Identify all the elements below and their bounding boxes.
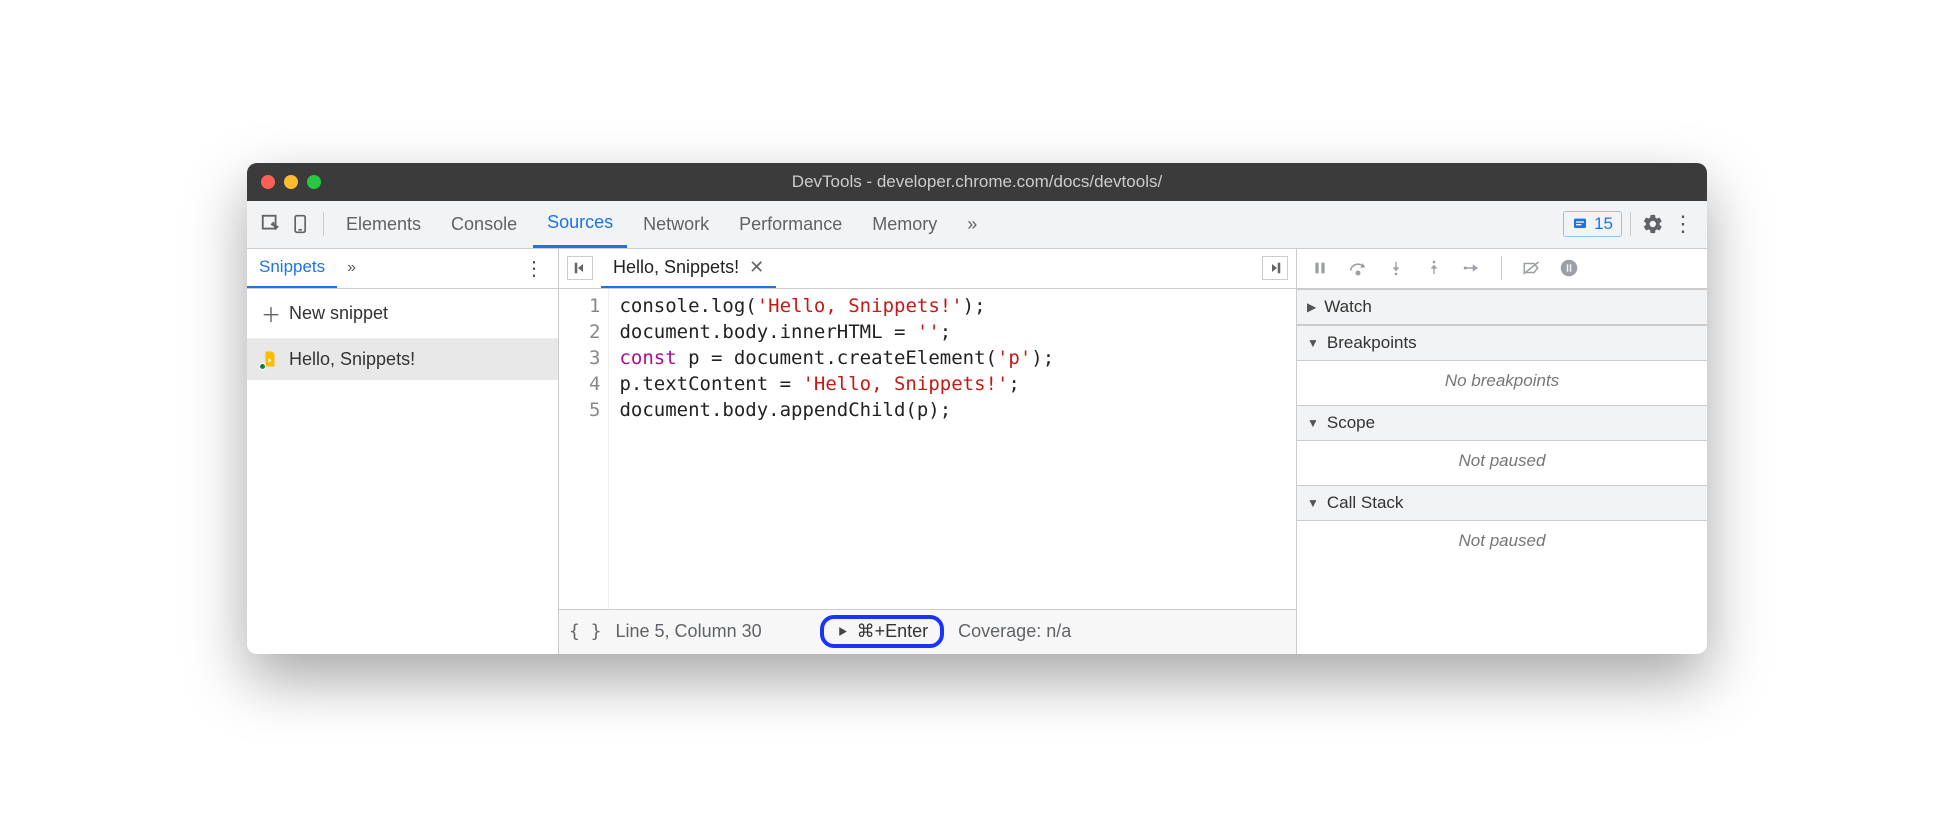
main-tabbar: Elements Console Sources Network Perform… xyxy=(247,201,1707,249)
editor-header: Hello, Snippets! ✕ xyxy=(559,249,1296,289)
kebab-menu-icon[interactable]: ⋮ xyxy=(1669,210,1697,238)
scope-section-header[interactable]: ▼ Scope xyxy=(1297,405,1707,441)
divider xyxy=(1630,212,1631,236)
snippet-item[interactable]: Hello, Snippets! xyxy=(247,339,558,380)
scope-empty: Not paused xyxy=(1297,441,1707,485)
callstack-section-header[interactable]: ▼ Call Stack xyxy=(1297,485,1707,521)
step-icon[interactable] xyxy=(1457,260,1487,276)
pause-exceptions-icon[interactable] xyxy=(1554,259,1584,277)
collapse-icon: ▼ xyxy=(1307,416,1319,430)
maximize-window-button[interactable] xyxy=(307,175,321,189)
step-over-icon[interactable] xyxy=(1343,260,1373,276)
editor-file-tab[interactable]: Hello, Snippets! ✕ xyxy=(601,249,776,288)
minimize-window-button[interactable] xyxy=(284,175,298,189)
callstack-label: Call Stack xyxy=(1327,493,1404,513)
debugger-toolbar xyxy=(1297,249,1707,289)
close-window-button[interactable] xyxy=(261,175,275,189)
window-controls xyxy=(261,175,321,189)
expand-icon: ▶ xyxy=(1307,300,1316,314)
play-icon xyxy=(836,625,849,638)
collapse-icon: ▼ xyxy=(1307,496,1319,510)
tab-network[interactable]: Network xyxy=(629,201,723,248)
nav-back-icon[interactable] xyxy=(567,256,593,280)
tab-sources[interactable]: Sources xyxy=(533,201,627,248)
issues-badge[interactable]: 15 xyxy=(1563,211,1622,237)
navigator-more-tabs-icon[interactable]: » xyxy=(337,259,366,277)
navigator-header: Snippets » ⋮ xyxy=(247,249,558,289)
snippet-file-icon xyxy=(261,350,279,368)
tab-console[interactable]: Console xyxy=(437,201,531,248)
deactivate-breakpoints-icon[interactable] xyxy=(1516,260,1546,276)
cursor-position: Line 5, Column 30 xyxy=(616,621,762,642)
collapse-icon: ▼ xyxy=(1307,336,1319,350)
callstack-empty: Not paused xyxy=(1297,521,1707,565)
run-shortcut-label: ⌘+Enter xyxy=(857,621,929,642)
tab-memory[interactable]: Memory xyxy=(858,201,951,248)
breakpoints-empty: No breakpoints xyxy=(1297,361,1707,405)
issues-icon xyxy=(1572,216,1588,232)
divider xyxy=(1501,256,1502,280)
work-area: Snippets » ⋮ ＋ New snippet Hello, Snippe… xyxy=(247,249,1707,654)
settings-icon[interactable] xyxy=(1639,210,1667,238)
nav-forward-icon[interactable] xyxy=(1262,256,1288,280)
pause-icon[interactable] xyxy=(1305,260,1335,276)
tab-performance[interactable]: Performance xyxy=(725,201,856,248)
step-out-icon[interactable] xyxy=(1419,260,1449,276)
close-file-icon[interactable]: ✕ xyxy=(749,257,764,278)
new-snippet-label: New snippet xyxy=(289,303,388,324)
editor-footer: { } Line 5, Column 30 ⌘+Enter Coverage: … xyxy=(559,609,1296,654)
issues-count: 15 xyxy=(1594,214,1613,234)
more-tabs-icon[interactable]: » xyxy=(953,201,991,248)
inspect-element-icon[interactable] xyxy=(257,210,285,238)
pretty-print-icon[interactable]: { } xyxy=(569,621,602,642)
navigator-menu-icon[interactable]: ⋮ xyxy=(510,256,558,281)
breakpoints-label: Breakpoints xyxy=(1327,333,1417,353)
navigator-tab-snippets[interactable]: Snippets xyxy=(247,249,337,288)
navigator-pane: Snippets » ⋮ ＋ New snippet Hello, Snippe… xyxy=(247,249,559,654)
scope-label: Scope xyxy=(1327,413,1375,433)
window-titlebar: DevTools - developer.chrome.com/docs/dev… xyxy=(247,163,1707,201)
snippet-item-label: Hello, Snippets! xyxy=(289,349,415,370)
devtools-window: DevTools - developer.chrome.com/docs/dev… xyxy=(247,163,1707,654)
divider xyxy=(323,212,324,236)
run-snippet-button[interactable]: ⌘+Enter xyxy=(820,615,945,648)
line-gutter: 12345 xyxy=(559,289,609,609)
tab-elements[interactable]: Elements xyxy=(332,201,435,248)
editor-pane: Hello, Snippets! ✕ 12345 console.log('He… xyxy=(559,249,1297,654)
window-title: DevTools - developer.chrome.com/docs/dev… xyxy=(792,172,1162,192)
code-editor[interactable]: 12345 console.log('Hello, Snippets!');do… xyxy=(559,289,1296,609)
breakpoints-section-header[interactable]: ▼ Breakpoints xyxy=(1297,325,1707,361)
step-into-icon[interactable] xyxy=(1381,260,1411,276)
code-content[interactable]: console.log('Hello, Snippets!');document… xyxy=(609,289,1064,609)
plus-icon: ＋ xyxy=(261,299,281,328)
coverage-label: Coverage: n/a xyxy=(958,621,1071,642)
debugger-pane: ▶ Watch ▼ Breakpoints No breakpoints ▼ S… xyxy=(1297,249,1707,654)
editor-file-label: Hello, Snippets! xyxy=(613,257,739,278)
watch-label: Watch xyxy=(1324,297,1372,317)
device-toggle-icon[interactable] xyxy=(287,210,315,238)
new-snippet-button[interactable]: ＋ New snippet xyxy=(247,289,558,339)
watch-section-header[interactable]: ▶ Watch xyxy=(1297,289,1707,325)
